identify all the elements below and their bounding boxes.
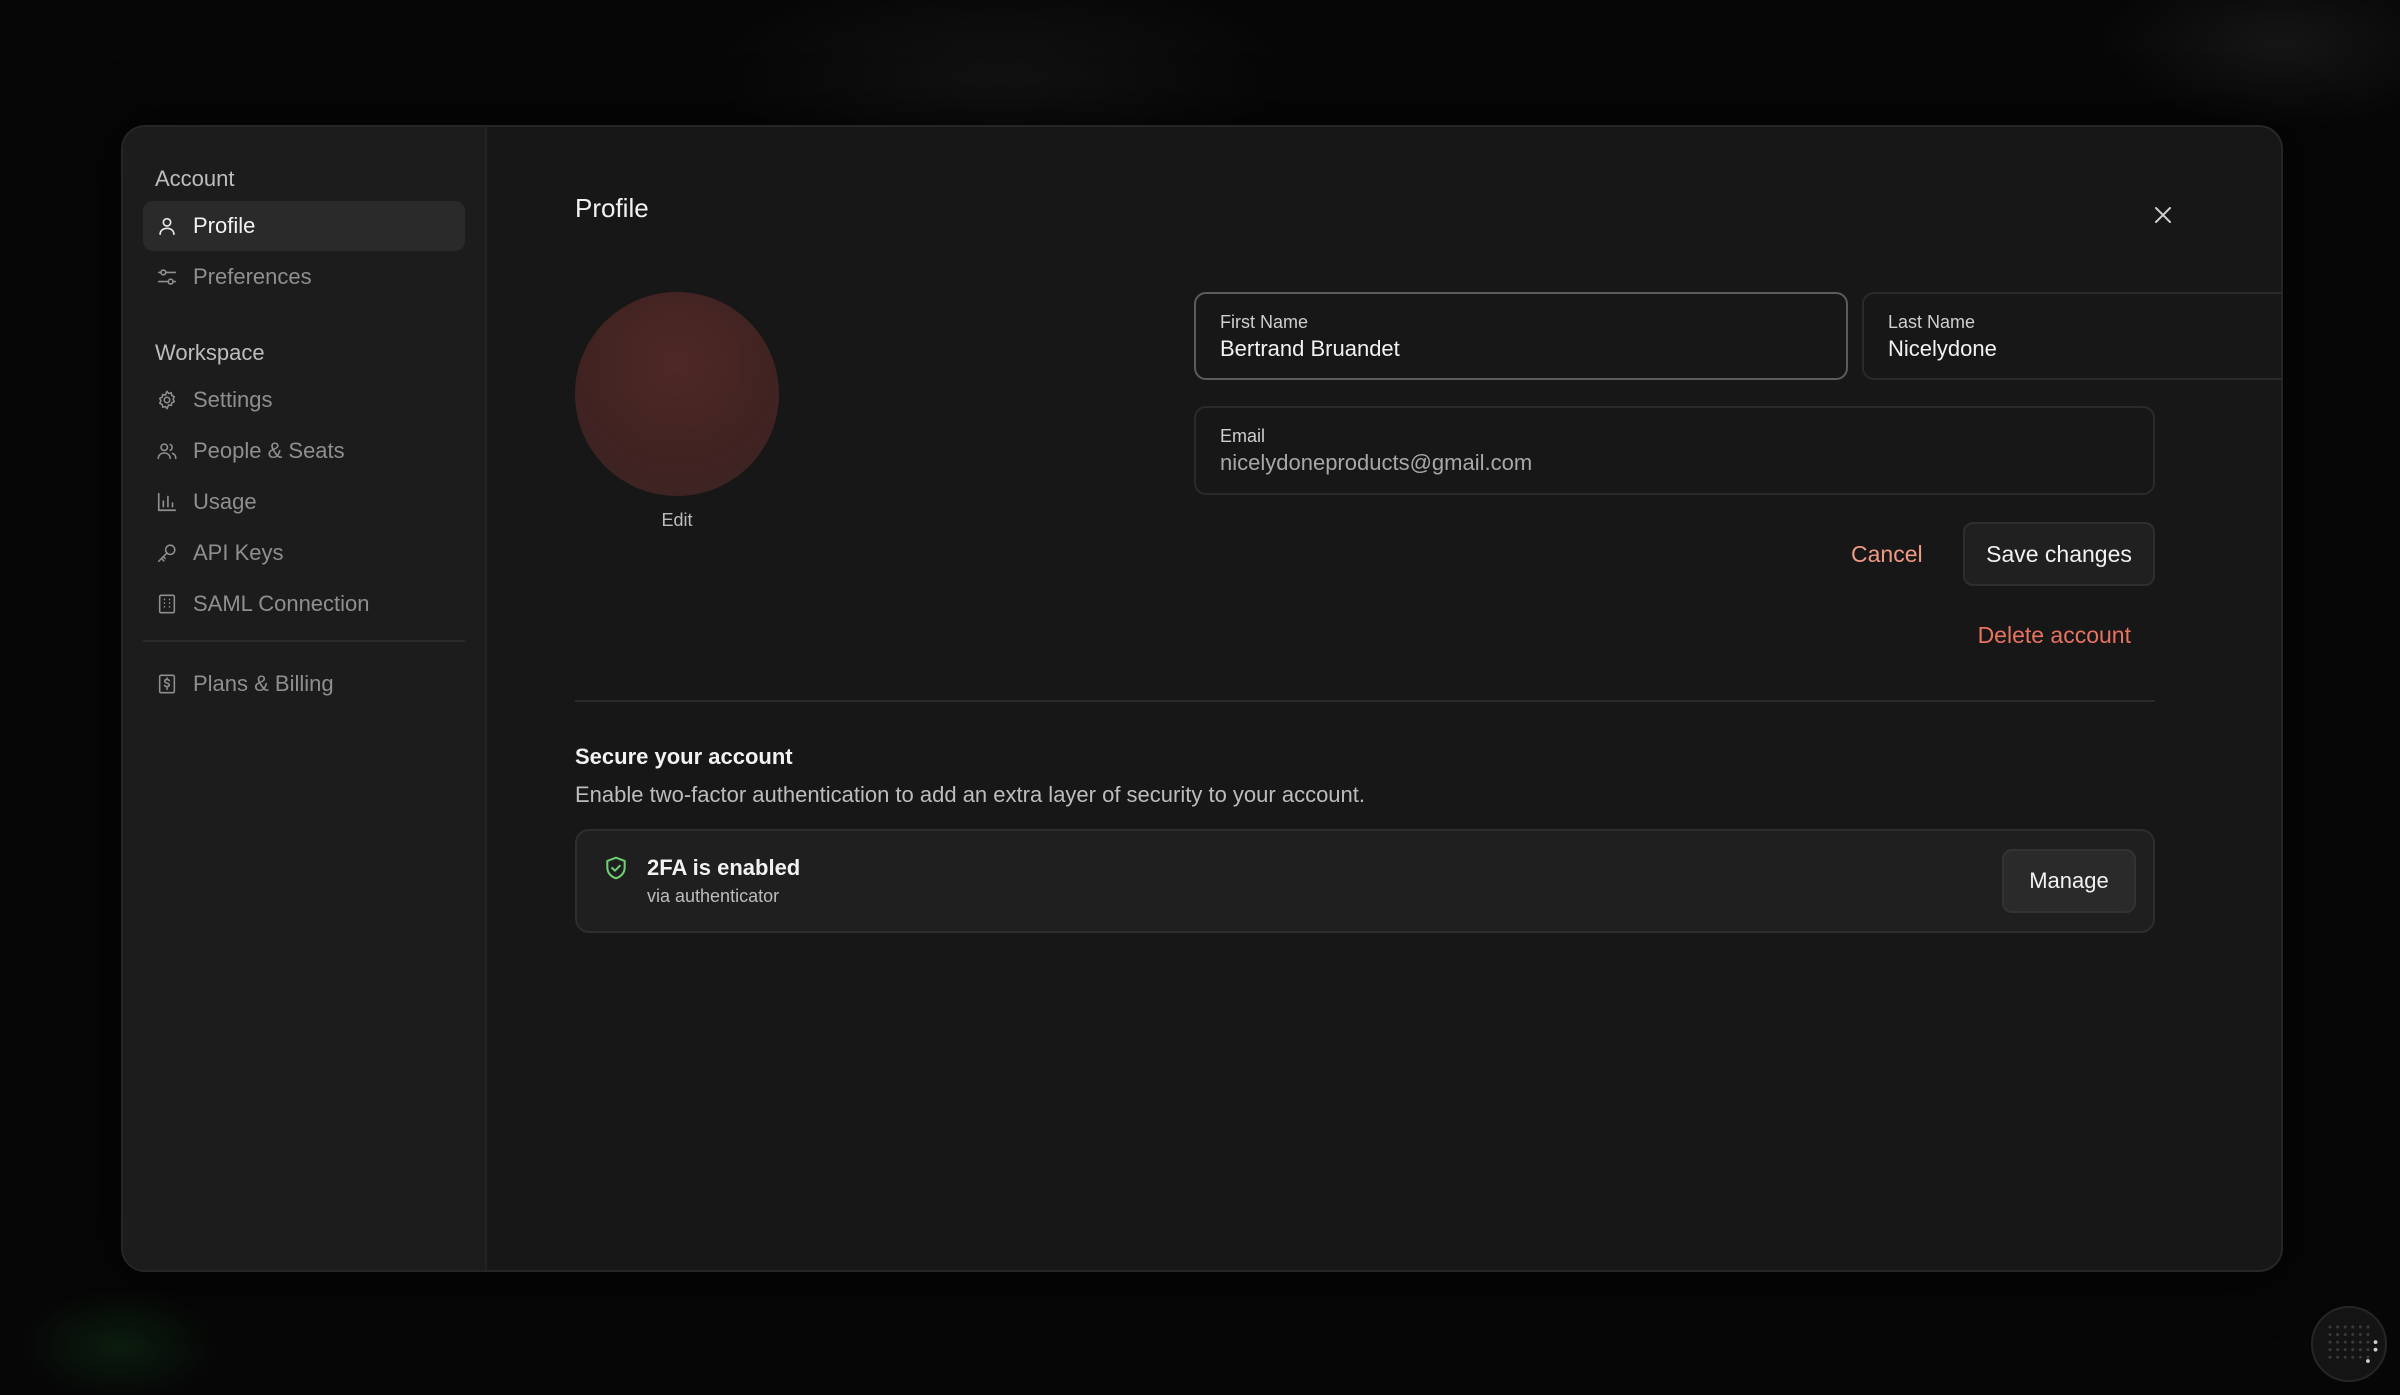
- security-description: Enable two-factor authentication to add …: [575, 782, 1366, 807]
- sidebar-item-label: Plans & Billing: [193, 671, 334, 696]
- twofa-method: via authenticator: [647, 886, 780, 906]
- gear-icon: [155, 388, 179, 412]
- sidebar-item-label: Preferences: [193, 264, 312, 289]
- last-name-value: Nicelydone: [1888, 336, 1997, 361]
- sidebar-item-plans-billing[interactable]: Plans & Billing: [143, 659, 465, 709]
- first-name-label: First Name: [1220, 312, 1309, 332]
- building-icon: [155, 592, 179, 616]
- last-name-label: Last Name: [1888, 312, 1976, 332]
- dotted-orb-widget[interactable]: [2311, 1306, 2387, 1382]
- sidebar-section-account: Account: [155, 166, 235, 191]
- sidebar-item-settings[interactable]: Settings: [143, 375, 465, 425]
- last-name-field[interactable]: Last Name Nicelydone: [1862, 292, 2281, 380]
- page-title: Profile: [575, 193, 649, 223]
- email-value: nicelydoneproducts@gmail.com: [1220, 450, 1533, 475]
- email-label: Email: [1220, 426, 1266, 446]
- email-field[interactable]: Email nicelydoneproducts@gmail.com: [1194, 406, 2155, 495]
- sidebar-item-usage[interactable]: Usage: [143, 477, 465, 527]
- sidebar-divider: [143, 640, 465, 642]
- sidebar-item-label: Settings: [193, 387, 273, 412]
- twofa-card: 2FA is enabled via authenticator Manage: [575, 829, 2155, 933]
- shield-check-icon: [606, 856, 626, 880]
- save-changes-button[interactable]: Save changes: [1963, 522, 2155, 586]
- settings-modal: Account Profile Preferences Workspace Se…: [121, 125, 2283, 1272]
- sliders-icon: [155, 265, 179, 289]
- close-button[interactable]: [2143, 195, 2183, 235]
- sidebar-item-preferences[interactable]: Preferences: [143, 252, 465, 302]
- bar-chart-icon: [155, 490, 179, 514]
- dots-grid-icon: [2328, 1325, 2378, 1363]
- settings-sidebar: Account Profile Preferences Workspace Se…: [123, 127, 487, 1270]
- sidebar-item-label: API Keys: [193, 540, 284, 565]
- user-icon: [155, 214, 179, 238]
- delete-account-button[interactable]: Delete account: [1817, 622, 2131, 649]
- people-icon: [155, 439, 179, 463]
- sidebar-item-api-keys[interactable]: API Keys: [143, 528, 465, 578]
- sidebar-section-workspace: Workspace: [155, 340, 265, 365]
- security-title: Secure your account: [575, 744, 793, 769]
- key-icon: [155, 541, 179, 565]
- sidebar-item-label: People & Seats: [193, 438, 345, 463]
- manage-2fa-button[interactable]: Manage: [2002, 849, 2136, 913]
- profile-panel: Profile Edit First Name Bertrand Bruande…: [487, 127, 2281, 1270]
- twofa-status: 2FA is enabled: [647, 855, 801, 880]
- sidebar-item-profile[interactable]: Profile: [143, 201, 465, 251]
- avatar[interactable]: [575, 292, 779, 496]
- avatar-edit-link[interactable]: Edit: [575, 510, 779, 531]
- first-name-field[interactable]: First Name Bertrand Bruandet: [1194, 292, 1848, 380]
- section-divider: [575, 700, 2155, 702]
- first-name-value: Bertrand Bruandet: [1220, 336, 1400, 361]
- close-icon: [2155, 207, 2171, 223]
- sidebar-item-people-seats[interactable]: People & Seats: [143, 426, 465, 476]
- sidebar-item-label: Usage: [193, 489, 257, 514]
- cancel-button[interactable]: Cancel: [1829, 523, 1945, 585]
- sidebar-item-label: Profile: [193, 213, 256, 238]
- sidebar-item-saml-connection[interactable]: SAML Connection: [143, 579, 465, 629]
- dollar-receipt-icon: [155, 672, 179, 696]
- sidebar-item-label: SAML Connection: [193, 591, 370, 616]
